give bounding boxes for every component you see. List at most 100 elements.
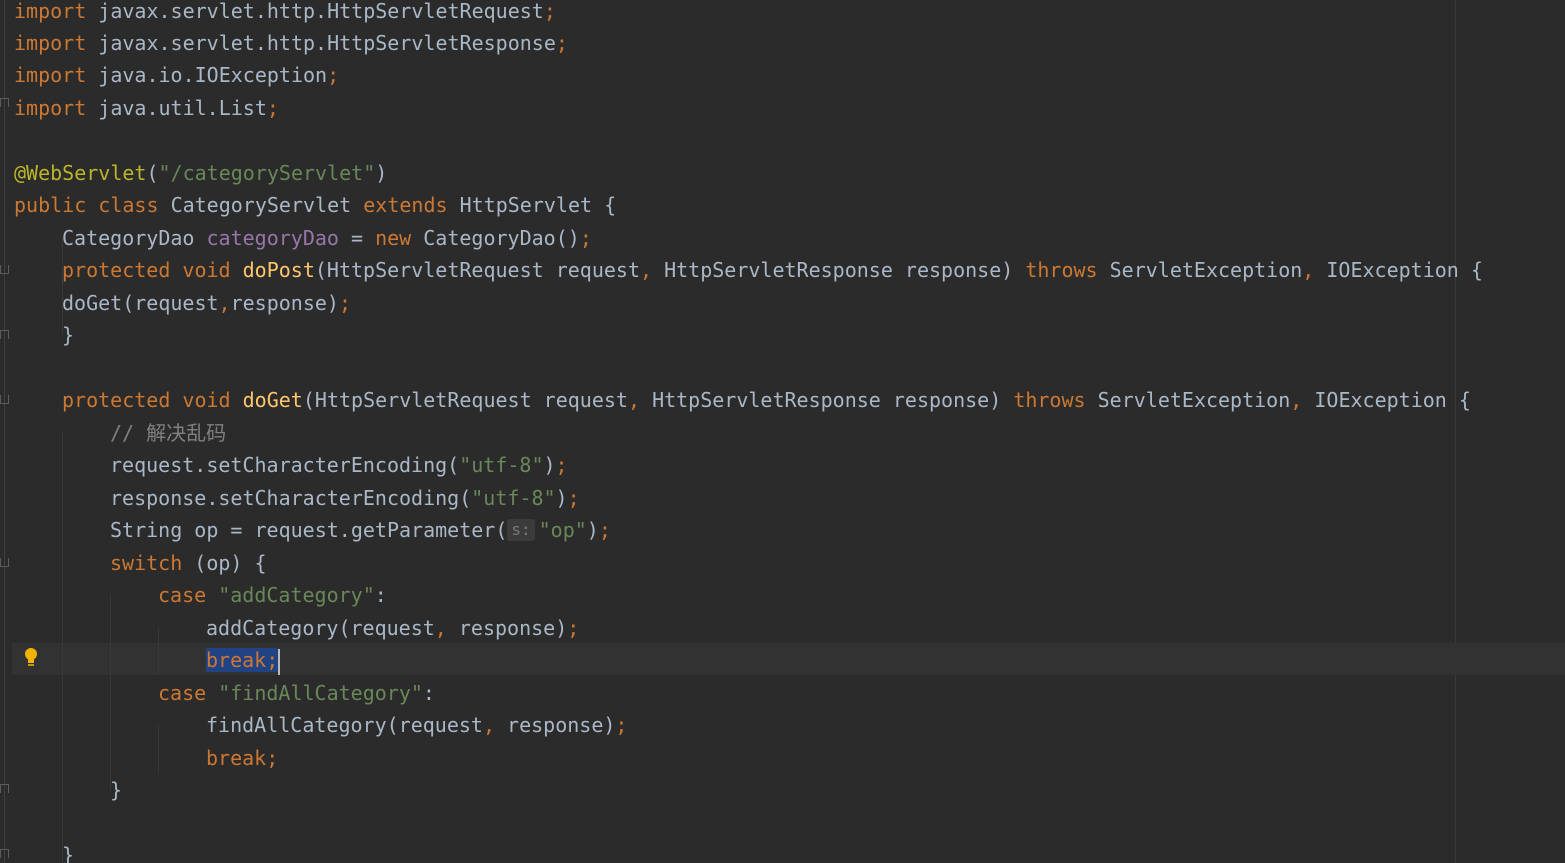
keyword: break bbox=[206, 648, 267, 672]
method-call: addCategory(request bbox=[206, 616, 435, 640]
code-line-response-encoding[interactable]: response.setCharacterEncoding("utf-8"); bbox=[110, 482, 580, 514]
code-line-switch-close[interactable]: } bbox=[110, 774, 122, 806]
semicolon: ; bbox=[555, 31, 568, 55]
parameter-hint: s: bbox=[507, 519, 535, 541]
brace: } bbox=[62, 843, 75, 863]
brace: } bbox=[62, 323, 75, 347]
keyword: case bbox=[158, 681, 207, 705]
exception-type: ServletException bbox=[1109, 258, 1303, 282]
semicolon: ; bbox=[266, 96, 279, 120]
paren: ) bbox=[543, 453, 556, 477]
fold-marker-icon[interactable] bbox=[0, 265, 9, 274]
string-literal: "utf-8" bbox=[459, 453, 544, 477]
field-name: categoryDao bbox=[206, 226, 339, 250]
argument: response) bbox=[230, 291, 339, 315]
code-line-add-category-call[interactable]: addCategory(request, response); bbox=[206, 612, 579, 644]
code-line-class-declaration[interactable]: public class CategoryServlet extends Htt… bbox=[14, 189, 616, 221]
class-name: CategoryServlet bbox=[170, 193, 352, 217]
keyword: protected bbox=[62, 258, 171, 282]
fold-marker-icon[interactable] bbox=[0, 330, 9, 339]
import-path: java.io.IOException bbox=[98, 63, 328, 87]
comma: , bbox=[218, 291, 231, 315]
selection: break; bbox=[206, 648, 279, 672]
code-line-field[interactable]: CategoryDao categoryDao = new CategoryDa… bbox=[62, 222, 592, 254]
code-line-comment[interactable]: // 解决乱码 bbox=[110, 417, 226, 449]
code-line-find-all-call[interactable]: findAllCategory(request, response); bbox=[206, 709, 627, 741]
fold-marker-icon[interactable] bbox=[0, 395, 9, 404]
keyword: import bbox=[14, 31, 87, 55]
method-name: doGet bbox=[242, 388, 303, 412]
indent-guide bbox=[62, 433, 63, 863]
method-call: String op = request.getParameter( bbox=[110, 518, 508, 542]
brace: } bbox=[110, 778, 123, 802]
method-name: doPost bbox=[242, 258, 315, 282]
method-call: findAllCategory(request bbox=[206, 713, 483, 737]
keyword: void bbox=[182, 388, 231, 412]
code-line-break-selected[interactable]: break; bbox=[206, 644, 281, 676]
semicolon: ; bbox=[567, 486, 580, 510]
code-line-doget-call[interactable]: doGet(request,response); bbox=[62, 287, 351, 319]
gutter-border bbox=[4, 0, 5, 863]
code-editor[interactable]: import javax.servlet.http.HttpServletReq… bbox=[0, 0, 1565, 863]
semicolon: ; bbox=[555, 453, 568, 477]
import-path: java.util.List bbox=[98, 96, 267, 120]
indent-guide bbox=[158, 725, 159, 773]
semicolon: ; bbox=[615, 713, 628, 737]
code-line-case[interactable]: case "findAllCategory": bbox=[158, 677, 435, 709]
code-line-method-close[interactable]: } bbox=[62, 839, 74, 863]
code-line-annotation[interactable]: @WebServlet("/categoryServlet") bbox=[14, 157, 387, 189]
comment: // 解决乱码 bbox=[110, 421, 227, 445]
code-line-import[interactable]: import java.io.IOException; bbox=[14, 59, 339, 91]
semicolon: ; bbox=[567, 616, 580, 640]
keyword: class bbox=[98, 193, 159, 217]
right-margin-guide bbox=[1455, 0, 1456, 863]
code-line-close-brace[interactable]: } bbox=[62, 319, 74, 351]
code-line-switch[interactable]: switch (op) { bbox=[110, 547, 267, 579]
semicolon: ; bbox=[266, 648, 279, 672]
code-line-import[interactable]: import java.util.List; bbox=[14, 92, 279, 124]
string-literal: "addCategory" bbox=[218, 583, 375, 607]
string-literal: "findAllCategory" bbox=[218, 681, 423, 705]
brace: { bbox=[1458, 388, 1471, 412]
argument: response) bbox=[458, 616, 568, 640]
code-line-case[interactable]: case "addCategory": bbox=[158, 579, 387, 611]
parameter: (HttpServletRequest request bbox=[302, 388, 628, 412]
code-line-dopost-signature[interactable]: protected void doPost(HttpServletRequest… bbox=[62, 254, 1483, 286]
colon: : bbox=[374, 583, 387, 607]
keyword: import bbox=[14, 63, 87, 87]
keyword: case bbox=[158, 583, 207, 607]
keyword: import bbox=[14, 0, 87, 23]
intention-bulb-icon[interactable] bbox=[23, 646, 39, 670]
semicolon: ; bbox=[338, 291, 352, 315]
fold-marker-icon[interactable] bbox=[0, 784, 9, 793]
code-line-get-parameter[interactable]: String op = request.getParameter(s: "op")… bbox=[110, 514, 611, 546]
fold-marker-icon[interactable] bbox=[0, 849, 9, 858]
brace: { bbox=[1470, 258, 1483, 282]
method-call: request.setCharacterEncoding( bbox=[110, 453, 460, 477]
code-line-import[interactable]: import javax.servlet.http.HttpServletRes… bbox=[14, 27, 568, 59]
keyword: throws bbox=[1025, 258, 1098, 282]
fold-marker-icon[interactable] bbox=[0, 98, 9, 107]
annotation-name: @WebServlet bbox=[14, 161, 147, 185]
comma: , bbox=[1302, 258, 1315, 282]
paren: ) bbox=[555, 486, 568, 510]
comma: , bbox=[640, 258, 653, 282]
keyword: extends bbox=[363, 193, 448, 217]
code-line-doget-signature[interactable]: protected void doGet(HttpServletRequest … bbox=[62, 384, 1471, 416]
comma: , bbox=[627, 388, 641, 412]
keyword: void bbox=[182, 258, 231, 282]
fold-marker-icon[interactable] bbox=[0, 558, 9, 567]
colon: : bbox=[422, 681, 435, 705]
keyword: public bbox=[14, 193, 87, 217]
code-line-import[interactable]: import javax.servlet.http.HttpServletReq… bbox=[14, 0, 556, 27]
exception-type: IOException bbox=[1314, 388, 1447, 412]
code-line-break[interactable]: break; bbox=[206, 742, 278, 774]
import-path: javax.servlet.http.HttpServletResponse bbox=[98, 31, 556, 55]
string-literal: "utf-8" bbox=[471, 486, 556, 510]
code-line-request-encoding[interactable]: request.setCharacterEncoding("utf-8"); bbox=[110, 449, 568, 481]
import-path: javax.servlet.http.HttpServletRequest bbox=[98, 0, 544, 23]
type-name: CategoryDao bbox=[62, 226, 195, 250]
parameter: HttpServletResponse response) bbox=[652, 388, 1002, 412]
parameter: (HttpServletRequest request bbox=[314, 258, 640, 282]
brace: { bbox=[604, 193, 617, 217]
